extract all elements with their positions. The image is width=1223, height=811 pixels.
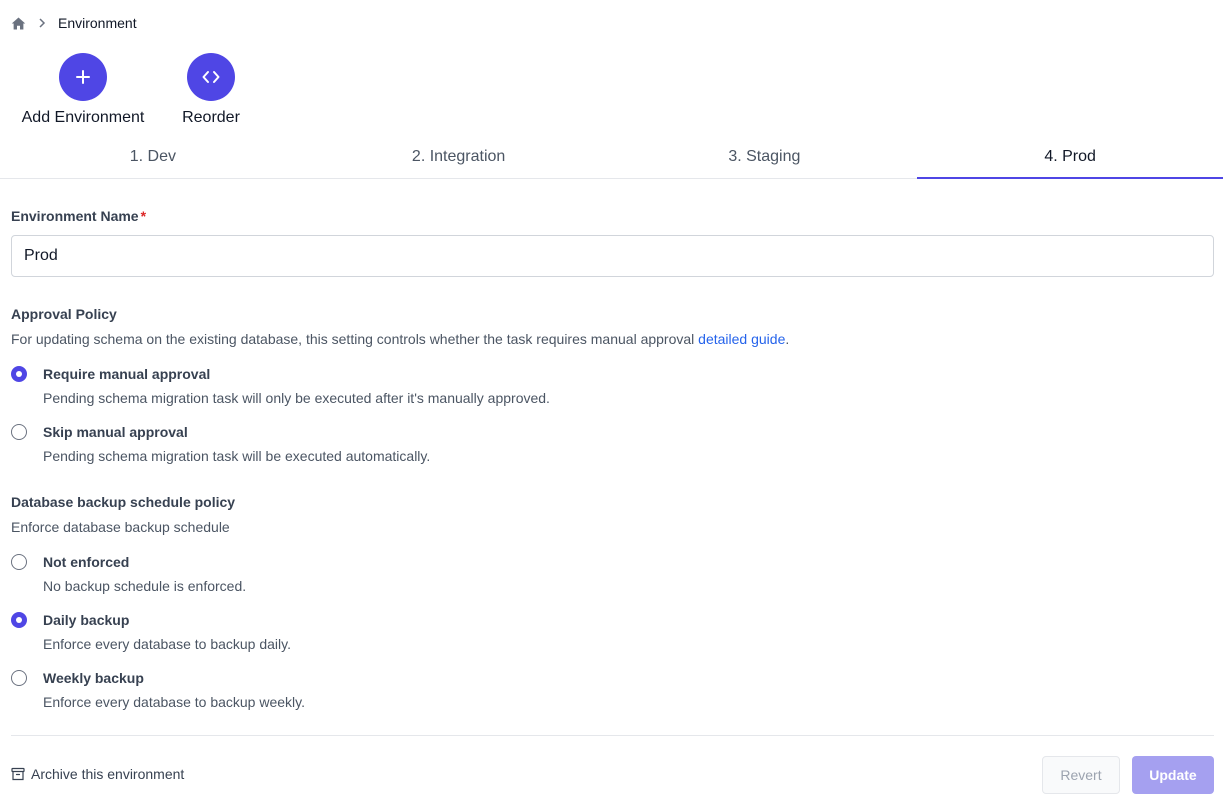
footer-divider bbox=[11, 735, 1214, 736]
breadcrumb: Environment bbox=[11, 14, 137, 32]
code-brackets-icon bbox=[202, 71, 220, 83]
reorder-button-circle[interactable] bbox=[187, 53, 235, 101]
radio-title: Weekly backup bbox=[43, 670, 144, 686]
tab-dev[interactable]: 1. Dev bbox=[0, 138, 306, 178]
radio-title: Skip manual approval bbox=[43, 424, 188, 440]
environment-name-input[interactable] bbox=[11, 235, 1214, 277]
radio-require-manual-approval[interactable]: Require manual approval Pending schema m… bbox=[11, 365, 550, 407]
revert-button[interactable]: Revert bbox=[1042, 756, 1120, 794]
radio-description: Enforce every database to backup weekly. bbox=[43, 694, 306, 710]
tab-prod[interactable]: 4. Prod bbox=[917, 138, 1223, 179]
add-button-circle[interactable] bbox=[59, 53, 107, 101]
radio-description: Pending schema migration task will be ex… bbox=[43, 448, 431, 464]
archive-environment-button[interactable]: Archive this environment bbox=[11, 766, 184, 782]
radio-button-checked[interactable] bbox=[11, 612, 27, 628]
radio-description: Pending schema migration task will only … bbox=[43, 390, 550, 406]
archive-icon bbox=[11, 767, 25, 781]
radio-title: Require manual approval bbox=[43, 366, 211, 382]
environment-tabs: 1. Dev 2. Integration 3. Staging 4. Prod bbox=[0, 138, 1223, 179]
radio-title: Daily backup bbox=[43, 612, 130, 628]
environment-name-label: Environment Name * bbox=[11, 208, 146, 224]
radio-button[interactable] bbox=[11, 554, 27, 570]
approval-policy-desc: For updating schema on the existing data… bbox=[11, 331, 789, 347]
radio-daily-backup[interactable]: Daily backup Enforce every database to b… bbox=[11, 611, 291, 653]
add-environment-button[interactable]: Add Environment bbox=[21, 53, 145, 127]
reorder-label: Reorder bbox=[182, 109, 240, 126]
approval-policy-title: Approval Policy bbox=[11, 306, 117, 322]
tab-staging[interactable]: 3. Staging bbox=[612, 138, 918, 178]
radio-button[interactable] bbox=[11, 424, 27, 440]
required-mark: * bbox=[140, 208, 147, 224]
radio-not-enforced[interactable]: Not enforced No backup schedule is enfor… bbox=[11, 553, 246, 595]
radio-title: Not enforced bbox=[43, 554, 130, 570]
radio-dot bbox=[16, 617, 22, 623]
radio-description: Enforce every database to backup daily. bbox=[43, 636, 292, 652]
home-icon[interactable] bbox=[11, 16, 26, 31]
radio-button[interactable] bbox=[11, 670, 27, 686]
radio-weekly-backup[interactable]: Weekly backup Enforce every database to … bbox=[11, 669, 305, 711]
tab-integration[interactable]: 2. Integration bbox=[306, 138, 612, 178]
chevron-right-icon bbox=[39, 18, 46, 28]
radio-description: No backup schedule is enforced. bbox=[43, 578, 247, 594]
reorder-button[interactable]: Reorder bbox=[181, 53, 241, 127]
backup-policy-title: Database backup schedule policy bbox=[11, 494, 236, 510]
approval-policy-desc-suffix: . bbox=[785, 331, 790, 347]
radio-skip-manual-approval[interactable]: Skip manual approval Pending schema migr… bbox=[11, 423, 430, 465]
radio-dot bbox=[16, 371, 22, 377]
radio-button-checked[interactable] bbox=[11, 366, 27, 382]
approval-policy-desc-text: For updating schema on the existing data… bbox=[11, 331, 699, 347]
update-button[interactable]: Update bbox=[1132, 756, 1214, 794]
breadcrumb-current: Environment bbox=[58, 15, 137, 31]
archive-environment-label: Archive this environment bbox=[31, 766, 185, 782]
backup-policy-desc: Enforce database backup schedule bbox=[11, 519, 230, 535]
environment-name-label-text: Environment Name bbox=[11, 208, 139, 224]
detailed-guide-link[interactable]: detailed guide bbox=[698, 331, 785, 347]
plus-icon bbox=[76, 70, 90, 84]
add-environment-label: Add Environment bbox=[21, 109, 145, 126]
